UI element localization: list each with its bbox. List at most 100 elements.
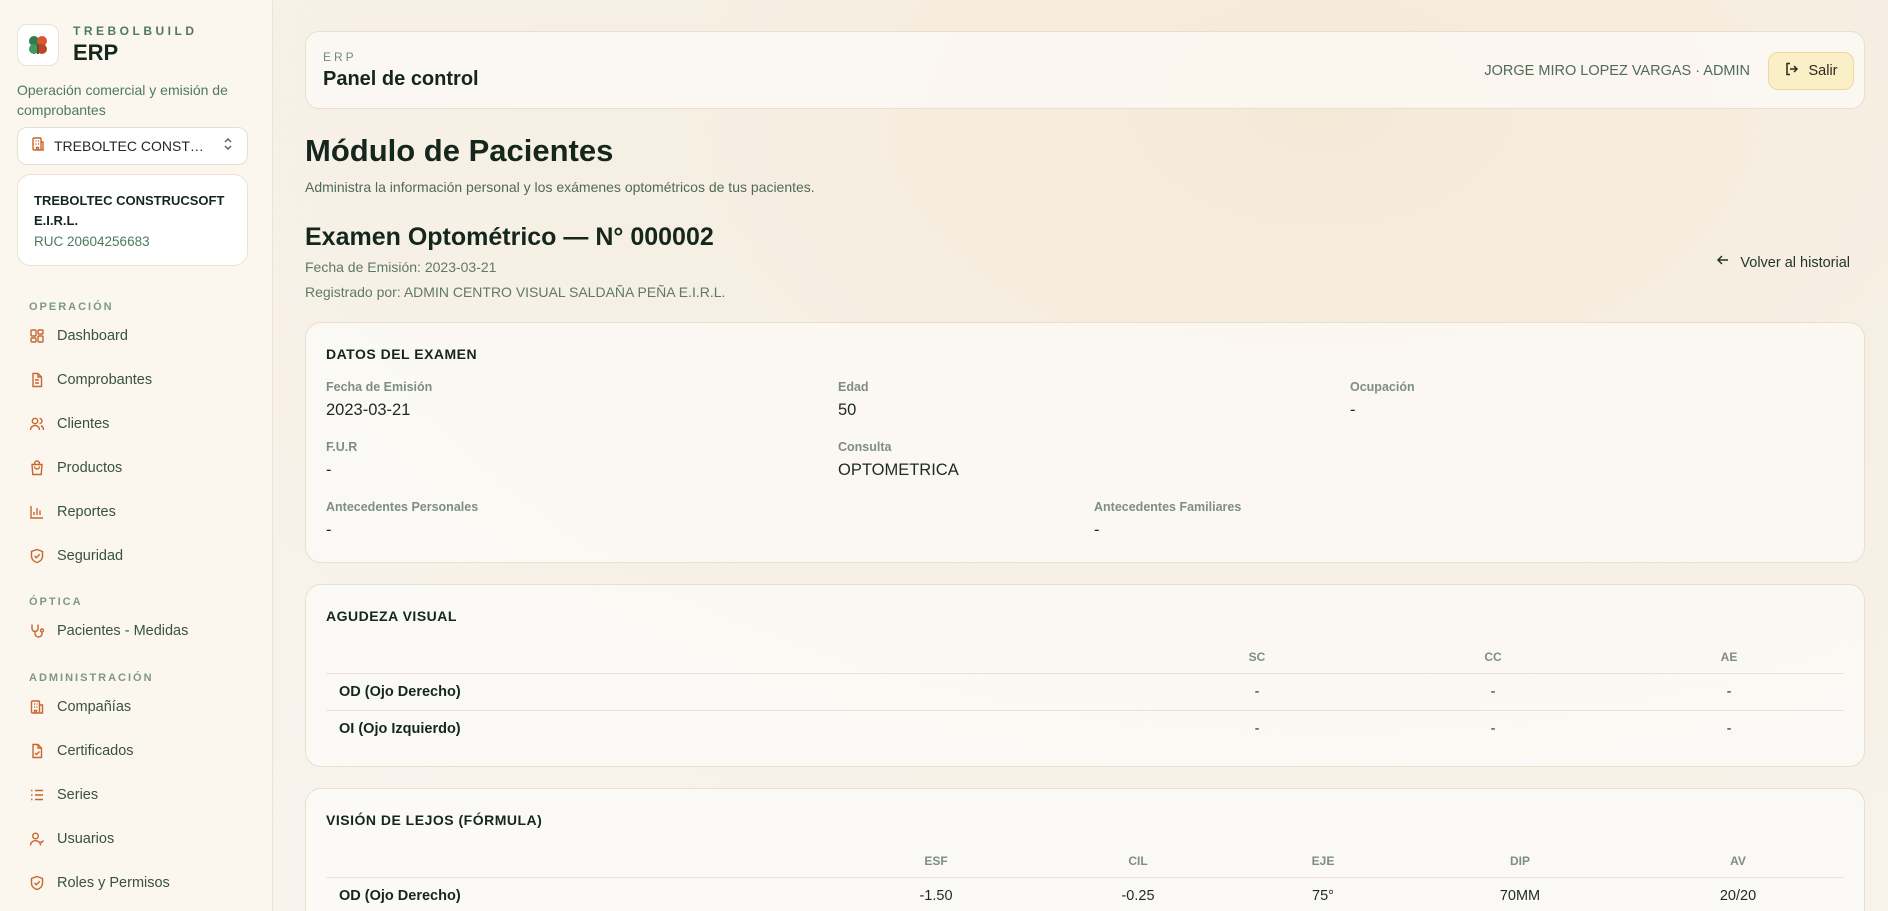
distance-vision-title: VISIÓN DE LEJOS (FÓRMULA) [326, 812, 543, 828]
chevron-up-down-icon [221, 137, 235, 156]
field-value-antecedentes-personales: - [326, 521, 332, 539]
company-select[interactable]: TREBOLTEC CONST… [17, 127, 248, 165]
sidebar-item-roles-permisos[interactable]: Roles y Permisos [29, 872, 170, 894]
row-label-oi: OI (Ojo Izquierdo) [339, 721, 461, 737]
exam-registrado: Registrado por: ADMIN CENTRO VISUAL SALD… [305, 284, 726, 300]
back-to-history-label: Volver al historial [1740, 254, 1850, 271]
table-cell: 75° [1312, 888, 1334, 904]
field-value-consulta: OPTOMETRICA [838, 461, 959, 479]
sidebar-item-certificados[interactable]: Certificados [29, 740, 134, 762]
sidebar-item-label: Clientes [57, 416, 110, 432]
column-header-eje: EJE [1311, 854, 1335, 868]
sidebar-item-dashboard[interactable]: Dashboard [29, 325, 128, 347]
logout-icon [1784, 61, 1800, 82]
exam-title: Examen Optométrico — N° 000002 [305, 223, 714, 251]
sidebar-item-label: Usuarios [57, 831, 115, 847]
field-value-ocupacion: - [1350, 401, 1356, 419]
brand-title: ERP [73, 40, 119, 65]
sidebar-item-label: Pacientes - Medidas [57, 623, 189, 639]
column-header-cc: CC [1484, 650, 1502, 664]
column-header-esf: ESF [924, 854, 948, 868]
exam-data-card: DATOS DEL EXAMEN Fecha de Emisión 2023-0… [305, 322, 1865, 563]
topbar-title: Panel de control [323, 68, 479, 90]
sidebar-item-comprobantes[interactable]: Comprobantes [29, 369, 152, 391]
topbar-eyebrow: ERP [323, 50, 357, 64]
list-icon [29, 787, 45, 803]
field-label-ocupacion: Ocupación [1350, 380, 1415, 394]
shield-check-icon [29, 875, 45, 891]
building-icon [30, 136, 46, 157]
building-icon [29, 699, 45, 715]
table-cell: - [1490, 721, 1496, 737]
field-value-edad: 50 [838, 401, 857, 419]
sidebar-item-label: Productos [57, 460, 123, 476]
table-cell: -0.25 [1121, 888, 1155, 904]
sidebar-item-pacientes-medidas[interactable]: Pacientes - Medidas [29, 620, 188, 642]
brand-subtitle: Operación comercial y emisión de comprob… [17, 82, 228, 118]
stethoscope-icon [29, 623, 45, 639]
dashboard-icon [29, 328, 45, 344]
shield-icon [29, 548, 45, 564]
table-divider [326, 673, 1844, 674]
field-label-fur: F.U.R [326, 440, 358, 454]
exam-fecha: Fecha de Emisión: 2023-03-21 [305, 259, 497, 275]
brand-eyebrow: TREBOLBUILD [73, 24, 198, 38]
row-label-od: OD (Ojo Derecho) [339, 888, 461, 904]
sidebar-item-reportes[interactable]: Reportes [29, 501, 116, 523]
column-header-cil: CIL [1128, 854, 1148, 868]
back-to-history-button[interactable]: Volver al historial [1716, 253, 1850, 272]
arrow-left-icon [1716, 253, 1730, 272]
field-value-fecha: 2023-03-21 [326, 401, 411, 419]
topbar: ERP Panel de control JORGE MIRO LOPEZ VA… [305, 31, 1865, 109]
field-label-edad: Edad [838, 380, 869, 394]
sidebar-item-productos[interactable]: Productos [29, 457, 122, 479]
table-cell: - [1490, 684, 1496, 700]
brand[interactable]: TREBOLBUILD ERP [17, 24, 198, 66]
field-value-antecedentes-familiares: - [1094, 521, 1100, 539]
row-label-od: OD (Ojo Derecho) [339, 684, 461, 700]
field-label-fecha: Fecha de Emisión [326, 380, 433, 394]
column-header-dip: DIP [1509, 854, 1531, 868]
sidebar-item-usuarios[interactable]: Usuarios [29, 828, 114, 850]
sidebar-item-label: Reportes [57, 504, 116, 520]
bag-icon [29, 460, 45, 476]
company-name: TREBOLTEC CONSTRUCSOFT E.I.R.L. [34, 193, 225, 228]
sidebar-item-seguridad[interactable]: Seguridad [29, 545, 123, 567]
current-user: JORGE MIRO LOPEZ VARGAS · ADMIN [1484, 63, 1750, 79]
visual-acuity-title: AGUDEZA VISUAL [326, 608, 457, 624]
table-divider [326, 710, 1844, 711]
field-value-fur: - [326, 461, 332, 479]
field-label-antecedentes-familiares: Antecedentes Familiares [1094, 500, 1242, 514]
sidebar-item-series[interactable]: Series [29, 784, 98, 806]
sidebar-item-clientes[interactable]: Clientes [29, 413, 109, 435]
sidebar-item-label: Roles y Permisos [57, 875, 170, 891]
page-subtitle: Administra la información personal y los… [305, 179, 815, 195]
field-label-consulta: Consulta [838, 440, 892, 454]
table-cell: - [1726, 684, 1732, 700]
sidebar-item-label: Series [57, 787, 99, 803]
table-cell: - [1254, 721, 1260, 737]
column-header-ae: AE [1720, 650, 1738, 664]
sidebar: TREBOLBUILD ERP Operación comercial y em… [0, 0, 273, 911]
company-select-value: TREBOLTEC CONST… [54, 138, 204, 154]
logout-label: Salir [1808, 63, 1838, 79]
company-ruc: RUC 20604256683 [34, 234, 150, 249]
sidebar-item-label: Dashboard [57, 328, 128, 344]
user-icon [29, 831, 45, 847]
table-cell: 70MM [1499, 888, 1541, 904]
sidebar-item-companias[interactable]: Compañías [29, 696, 131, 718]
column-header-av: AV [1730, 854, 1746, 868]
clover-logo-icon [17, 24, 59, 66]
visual-acuity-card: AGUDEZA VISUAL SC CC AE OD (Ojo Derecho)… [305, 584, 1865, 767]
column-header-sc: SC [1248, 650, 1266, 664]
logout-button[interactable]: Salir [1768, 52, 1854, 90]
page-title: Módulo de Pacientes [305, 133, 614, 168]
certificate-icon [29, 743, 45, 759]
distance-vision-card: VISIÓN DE LEJOS (FÓRMULA) ESF CIL EJE DI… [305, 788, 1865, 911]
table-cell: - [1726, 721, 1732, 737]
nav-section-optica: ÓPTICA [29, 596, 83, 608]
sidebar-item-label: Compañías [57, 699, 132, 715]
table-cell: - [1254, 684, 1260, 700]
field-label-antecedentes-personales: Antecedentes Personales [326, 500, 479, 514]
nav-section-administracion: ADMINISTRACIÓN [29, 672, 154, 684]
